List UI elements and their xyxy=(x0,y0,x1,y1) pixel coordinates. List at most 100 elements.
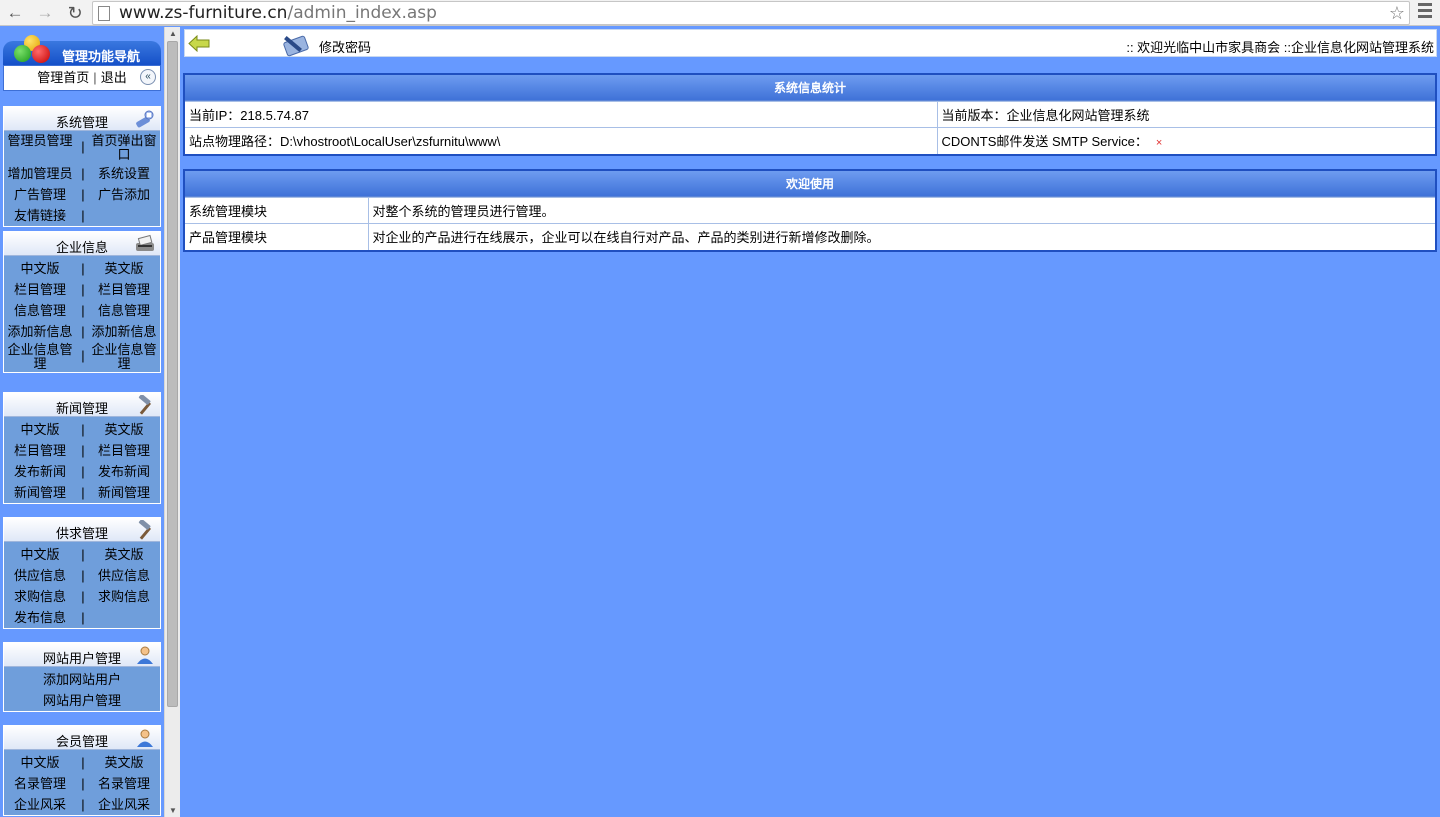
menu-link[interactable]: 添加新信息 xyxy=(88,321,160,342)
menu-link[interactable]: 英文版 xyxy=(88,419,160,440)
menu-link[interactable]: 栏目管理 xyxy=(88,440,160,461)
welcome-panel: 欢迎使用 系统管理模块 对整个系统的管理员进行管理。 产品管理模块 对企业的产品… xyxy=(183,169,1437,252)
section-header[interactable]: 网站用户管理 xyxy=(4,643,160,667)
menu-link[interactable]: 企业风采 xyxy=(4,794,76,815)
user-icon xyxy=(137,729,153,747)
collapse-icon[interactable]: « xyxy=(140,69,156,85)
url-path: /admin_index.asp xyxy=(287,3,437,23)
menu-row: 求购信息 | 求购信息 xyxy=(4,586,160,607)
menu-link[interactable]: 发布新闻 xyxy=(88,461,160,482)
version-value: 企业信息化网站管理系统 xyxy=(1006,108,1150,123)
url-text[interactable]: www.zs-furniture.cn/admin_index.asp xyxy=(119,3,437,23)
menu-separator: | xyxy=(81,797,85,812)
printer-icon xyxy=(136,234,154,251)
site-path-cell: 站点物理路径：D:\vhostroot\LocalUser\zsfurnitu\… xyxy=(185,127,937,154)
welcome-text: :: 欢迎光临中山市家具商会 ::企业信息化网站管理系统 xyxy=(1126,40,1434,55)
section-members: 会员管理 中文版 | 英文版 名录管理 | 名录管理 企业风采 | 企业风采 xyxy=(3,725,161,816)
menu-link[interactable]: 企业信息管理 xyxy=(88,343,160,371)
menu-link[interactable]: 企业信息管理 xyxy=(4,343,76,371)
menu-link[interactable]: 供应信息 xyxy=(4,565,76,586)
menu-link[interactable]: 添加新信息 xyxy=(4,321,76,342)
menu-link[interactable]: 中文版 xyxy=(4,419,76,440)
menu-link[interactable]: 供应信息 xyxy=(88,565,160,586)
menu-separator: | xyxy=(81,443,85,458)
menu-link[interactable]: 广告添加 xyxy=(88,184,160,205)
menu-link[interactable]: 信息管理 xyxy=(88,300,160,321)
menu-link[interactable]: 信息管理 xyxy=(4,300,76,321)
logo-icon xyxy=(12,33,54,63)
back-arrow-icon[interactable]: ← xyxy=(4,2,26,24)
reload-icon[interactable]: ↻ xyxy=(64,2,86,24)
menu-separator: | xyxy=(81,166,85,181)
panel-title: 系统信息统计 xyxy=(185,75,1435,101)
system-info-panel: 系统信息统计 当前IP：218.5.74.87 当前版本：企业信息化网站管理系统… xyxy=(183,73,1437,156)
menu-row: 企业风采 | 企业风采 xyxy=(4,794,160,815)
current-ip-cell: 当前IP：218.5.74.87 xyxy=(185,101,937,128)
top-bar: 修改密码 :: 欢迎光临中山市家具商会 ::企业信息化网站管理系统 xyxy=(184,29,1437,57)
menu-link[interactable]: 栏目管理 xyxy=(88,279,160,300)
menu-link[interactable]: 求购信息 xyxy=(88,586,160,607)
section-header[interactable]: 新闻管理 xyxy=(4,393,160,417)
menu-link[interactable]: 系统设置 xyxy=(88,163,160,184)
menu-separator: | xyxy=(81,776,85,791)
section-header[interactable]: 会员管理 xyxy=(4,726,160,750)
section-header[interactable]: 供求管理 xyxy=(4,518,160,542)
menu-link[interactable]: 名录管理 xyxy=(4,773,76,794)
menu-link[interactable]: 广告管理 xyxy=(4,184,76,205)
menu-link[interactable]: 栏目管理 xyxy=(4,440,76,461)
menu-link[interactable]: 管理员管理 xyxy=(4,134,76,148)
section-header[interactable]: 企业信息 xyxy=(4,232,160,256)
menu-separator: | xyxy=(81,208,85,223)
menu-link[interactable]: 中文版 xyxy=(4,258,76,279)
back-arrow-icon[interactable] xyxy=(188,35,210,52)
menu-link[interactable]: 英文版 xyxy=(88,258,160,279)
menu-link[interactable]: 企业风采 xyxy=(88,794,160,815)
change-password-link[interactable]: 修改密码 xyxy=(319,37,371,56)
menu-link[interactable]: 名录管理 xyxy=(88,773,160,794)
browser-menu-icon[interactable] xyxy=(1418,3,1432,21)
admin-home-link[interactable]: 管理首页 xyxy=(37,70,89,85)
menu-link[interactable]: 增加管理员 xyxy=(4,163,76,184)
menu-link[interactable]: 首页弹出窗口 xyxy=(88,134,160,162)
menu-row: 信息管理 | 信息管理 xyxy=(4,300,160,321)
menu-row: 栏目管理 | 栏目管理 xyxy=(4,440,160,461)
nav-separator: | xyxy=(93,70,97,85)
menu-link[interactable]: 网站用户管理 xyxy=(4,690,160,711)
bookmark-star-icon[interactable]: ☆ xyxy=(1389,3,1405,23)
menu-row: 供应信息 | 供应信息 xyxy=(4,565,160,586)
menu-link[interactable]: 英文版 xyxy=(88,752,160,773)
menu-link[interactable]: 中文版 xyxy=(4,752,76,773)
scrollbar-thumb[interactable] xyxy=(167,41,178,707)
menu-separator: | xyxy=(81,422,85,437)
menu-separator: | xyxy=(81,303,85,318)
menu-link[interactable]: 英文版 xyxy=(88,544,160,565)
menu-link[interactable]: 栏目管理 xyxy=(4,279,76,300)
section-header[interactable]: 系统管理 xyxy=(4,107,160,131)
menu-link[interactable]: 添加网站用户 xyxy=(4,669,160,690)
nav-links: 管理首页 | 退出 « xyxy=(3,65,161,91)
menu-separator: | xyxy=(81,187,85,202)
menu-link[interactable]: 新闻管理 xyxy=(88,482,160,503)
scroll-up-icon[interactable]: ▲ xyxy=(169,29,177,38)
logout-link[interactable]: 退出 xyxy=(101,70,127,85)
menu-link[interactable]: 发布信息 xyxy=(4,607,76,628)
panel-title: 欢迎使用 xyxy=(185,171,1435,197)
left-scrollbar[interactable]: ▲ ▼ xyxy=(164,27,180,817)
version-label: 当前版本： xyxy=(941,108,1007,123)
module-name: 产品管理模块 xyxy=(185,223,368,250)
forward-arrow-icon[interactable]: → xyxy=(34,2,56,24)
section-users: 网站用户管理 添加网站用户 网站用户管理 xyxy=(3,642,161,712)
menu-link[interactable]: 发布新闻 xyxy=(4,461,76,482)
menu-link[interactable]: 求购信息 xyxy=(4,586,76,607)
menu-separator: | xyxy=(81,348,85,363)
address-bar[interactable]: www.zs-furniture.cn/admin_index.asp ☆ xyxy=(92,1,1410,25)
menu-link[interactable]: 新闻管理 xyxy=(4,482,76,503)
scroll-down-icon[interactable]: ▼ xyxy=(169,806,177,815)
menu-link[interactable]: 友情链接 xyxy=(4,205,76,226)
menu-separator: | xyxy=(81,139,85,154)
menu-separator: | xyxy=(81,261,85,276)
module-desc: 对整个系统的管理员进行管理。 xyxy=(367,197,1435,224)
menu-separator: | xyxy=(81,324,85,339)
section-company: 企业信息 中文版 | 英文版 栏目管理 | 栏目管理 信息管理 | 信息管理 添加新信息 | 添加新信… xyxy=(3,231,161,373)
menu-link[interactable]: 中文版 xyxy=(4,544,76,565)
